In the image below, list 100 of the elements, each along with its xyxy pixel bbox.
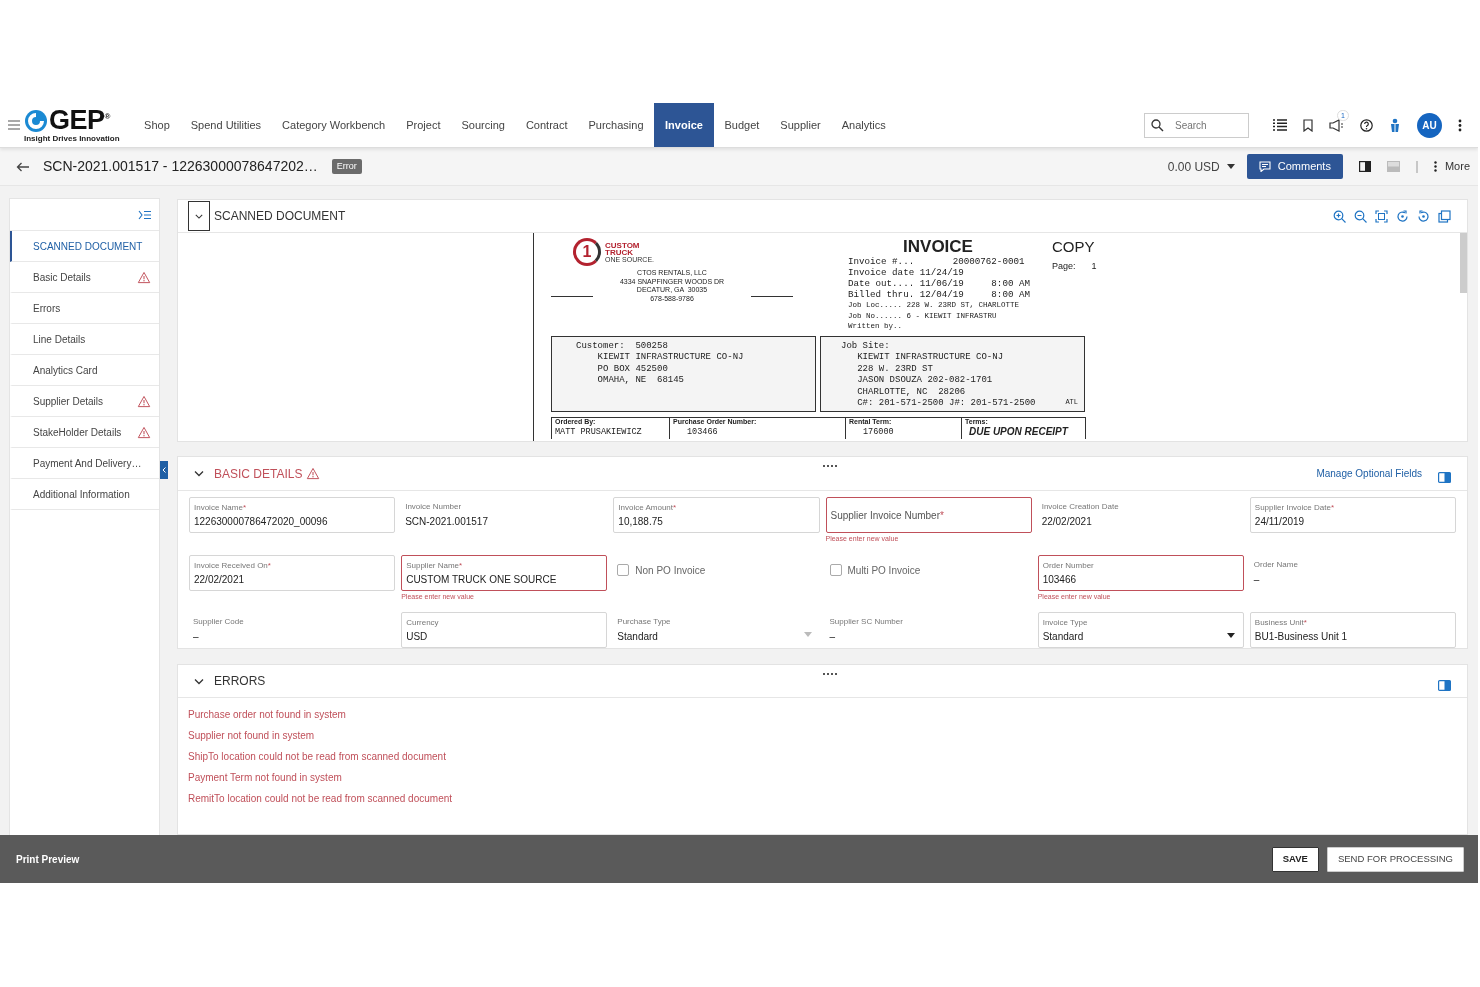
kebab-menu-icon[interactable]	[1458, 118, 1462, 132]
error-message: Supplier not found in system	[188, 729, 316, 743]
amount-dropdown[interactable]: 0.00 USD	[1167, 157, 1235, 176]
sidebar-item[interactable]: Errors	[10, 293, 159, 324]
chevron-down-icon[interactable]	[194, 470, 204, 477]
checkbox[interactable]: Multi PO Invoice	[825, 554, 925, 586]
list-icon[interactable]	[1273, 119, 1287, 131]
zoom-out-icon[interactable]	[1354, 209, 1367, 223]
nav-tab[interactable]: Shop	[133, 103, 181, 147]
input-field[interactable]: Invoice Name* 122630000786472020_00096	[189, 497, 396, 533]
panel-toggle-icon[interactable]	[1438, 472, 1451, 483]
customer-address: Customer: 500258 KIEWIT INFRASTRUCTURE CO-NJ PO BOX 452500 OMAHA, NE 68145	[551, 335, 816, 412]
drag-handle-icon[interactable]	[822, 465, 837, 467]
scrollbar[interactable]	[1460, 233, 1467, 293]
divider-icon	[1415, 160, 1418, 173]
back-arrow-icon[interactable]	[16, 161, 29, 172]
nav-tab[interactable]: Spend Utilities	[180, 103, 272, 147]
error-message: ShipTo location could not be read from scanned document	[188, 750, 447, 764]
person-icon[interactable]	[1389, 117, 1401, 133]
footer-button[interactable]: SEND FOR PROCESSING	[1326, 846, 1464, 872]
page-number: 1	[1091, 260, 1097, 273]
rotate-icon[interactable]	[1396, 209, 1409, 223]
nav-tab[interactable]: Budget	[713, 103, 770, 147]
comment-icon	[1258, 161, 1271, 172]
invoice-heading: INVOICE	[902, 238, 974, 256]
sidebar-item[interactable]: Analytics Card	[10, 355, 159, 386]
drag-handle-icon[interactable]	[822, 673, 837, 675]
input-field[interactable]: Supplier Invoice Date* 24/11/2019	[1249, 497, 1456, 533]
collapse-menu-icon[interactable]	[138, 209, 151, 220]
page-label: Page:	[1052, 260, 1076, 273]
input-field[interactable]: Invoice Amount* 10,188.75	[613, 497, 820, 533]
megaphone-icon[interactable]	[1329, 118, 1344, 132]
caret-icon[interactable]	[1226, 633, 1235, 638]
field-value: –	[829, 630, 836, 644]
sidebar-item[interactable]: Additional Information	[10, 479, 159, 510]
collapse-tab[interactable]	[160, 461, 168, 479]
field-value: SCN-2021.001517	[405, 515, 488, 529]
logo: GEP$^{®}$ Insight Drives Innovation	[24, 104, 120, 145]
input-field[interactable]: Order Number 103466	[1037, 554, 1244, 591]
nav-tab[interactable]: Invoice	[654, 103, 714, 147]
comments-button[interactable]: Comments	[1246, 154, 1343, 179]
sidebar-item[interactable]: StakeHolder Details	[10, 417, 159, 448]
split-view-icon[interactable]	[1358, 161, 1371, 172]
bookmark-icon[interactable]	[1303, 118, 1313, 132]
field-label: Supplier Code	[193, 616, 245, 628]
input-field[interactable]: Invoice Type Standard	[1037, 612, 1244, 648]
section-title: BASIC DETAILS	[214, 465, 303, 483]
fit-screen-icon[interactable]	[1375, 209, 1388, 223]
avatar[interactable]: AU	[1417, 112, 1442, 138]
collapse-button[interactable]	[188, 201, 210, 231]
help-icon[interactable]	[1360, 118, 1373, 132]
print-preview-link[interactable]: Print Preview	[16, 851, 80, 867]
chevron-left-icon	[162, 467, 166, 473]
error-message: Payment Term not found in system	[188, 771, 343, 785]
panel-toggle-icon[interactable]	[1438, 679, 1451, 691]
search-icon	[1151, 118, 1164, 132]
footer-button[interactable]: SAVE	[1271, 846, 1319, 872]
popout-icon[interactable]	[1438, 209, 1451, 223]
section-title: SCANNED DOCUMENT	[214, 208, 346, 225]
kebab-icon	[1433, 161, 1437, 172]
input-field[interactable]: Invoice Received On* 22/02/2021	[189, 554, 396, 591]
sidebar-item[interactable]: SCANNED DOCUMENT	[10, 231, 159, 262]
input-field[interactable]: Supplier Invoice Number*	[825, 497, 1032, 533]
nav-tab[interactable]: Sourcing	[451, 103, 516, 147]
sidebar-item[interactable]: Payment And Delivery…	[10, 448, 159, 479]
invoice-details: Invoice #... 20000762-0001 Invoice date 11/24/19 Date out.... 11/06/19 8:00 AM Billed thru. 12/04/19 8:00 AM	[848, 256, 1031, 300]
summary-value: 103466	[686, 425, 719, 438]
caret-icon	[1226, 164, 1235, 169]
chevron-down-icon[interactable]	[194, 677, 204, 685]
nav-tab[interactable]: Analytics	[831, 103, 897, 147]
input-field[interactable]: Currency USD	[401, 612, 608, 648]
zoom-in-icon[interactable]	[1333, 209, 1346, 223]
copy-label: COPY	[1052, 238, 1096, 256]
field-label: Supplier SC Number	[829, 616, 904, 628]
nav-tab[interactable]: Purchasing	[578, 103, 655, 147]
manage-fields-link[interactable]: Manage Optional Fields	[1316, 466, 1422, 481]
sidebar-item[interactable]: Basic Details	[10, 262, 159, 293]
nav-tab[interactable]: Project	[395, 103, 451, 147]
section-title: ERRORS	[214, 673, 266, 690]
field-label: Order Name	[1253, 558, 1299, 571]
chevron-down-icon	[195, 212, 203, 220]
summary-value: MATT PRUSAKIEWICZ	[555, 426, 643, 438]
sidebar-item[interactable]: Supplier Details	[10, 386, 159, 417]
sidebar-item[interactable]: Line Details	[10, 324, 159, 355]
checkbox[interactable]: Non PO Invoice	[613, 554, 710, 586]
field-value: –	[193, 630, 199, 644]
field-label: Invoice Number	[405, 501, 463, 513]
input-field[interactable]: Business Unit* BU1-Business Unit 1	[1249, 612, 1456, 648]
nav-tab[interactable]: Category Workbench	[271, 103, 396, 147]
field-label: Purchase Type	[617, 616, 672, 628]
field-value: Standard	[617, 630, 658, 644]
more-button[interactable]: More	[1433, 158, 1470, 175]
reset-icon[interactable]	[1417, 209, 1430, 223]
input-field[interactable]: Supplier Name* CUSTOM TRUCK ONE SOURCE	[401, 554, 608, 591]
error-message: Purchase order not found in system	[188, 708, 347, 722]
summary-value: 176000	[862, 425, 895, 438]
field-label: Invoice Creation Date	[1041, 501, 1120, 513]
search-field[interactable]: Search	[1144, 112, 1249, 138]
nav-tab[interactable]: Contract	[515, 103, 578, 147]
nav-tab[interactable]: Supplier	[769, 103, 832, 147]
